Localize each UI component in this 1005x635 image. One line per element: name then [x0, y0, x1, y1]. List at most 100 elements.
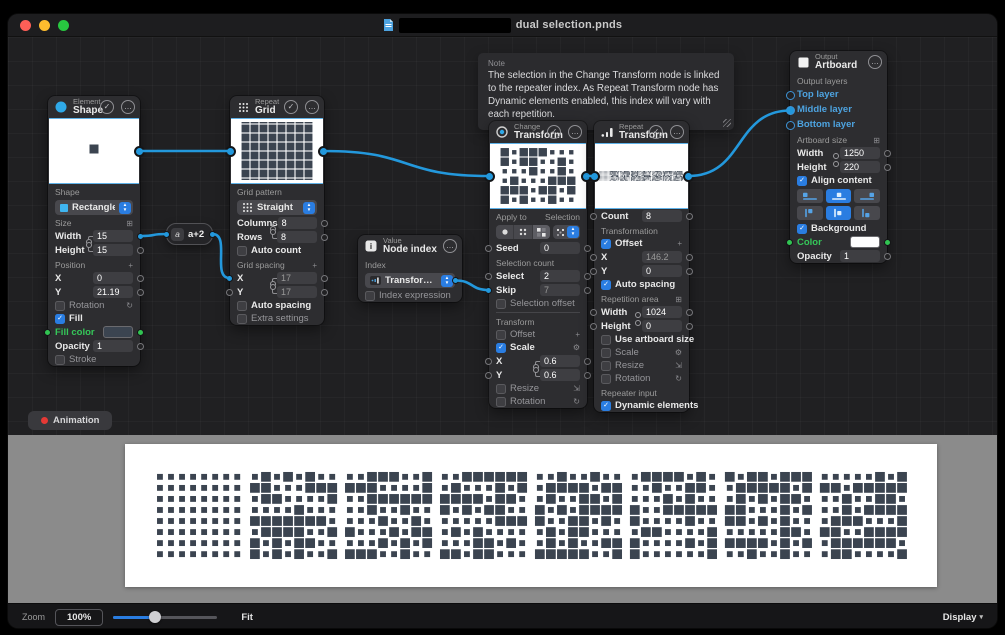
grid-auto-count-checkbox[interactable]: [237, 245, 247, 256]
ct-skip-field[interactable]: 7: [540, 284, 580, 296]
grid-in[interactable]: [225, 145, 236, 157]
node-port[interactable]: [584, 286, 591, 294]
node-artboard[interactable]: Output Artboard … Output layers Top layer Mid…: [786, 51, 891, 263]
node-rt[interactable]: Repeat Transform ✓… Count 8 Transformation ✓ Of…: [589, 121, 698, 412]
display-menu-button[interactable]: Display ▾: [943, 612, 983, 623]
tab-animation[interactable]: Animation: [28, 411, 113, 430]
grid-columns-field[interactable]: 8: [277, 217, 317, 229]
shape-height-field[interactable]: 15: [93, 244, 133, 256]
rt-offset-checkbox[interactable]: ✓: [601, 238, 611, 249]
node-port[interactable]: [884, 149, 891, 157]
node-nodeindex[interactable]: i Value Node index … Index Transfor… ▲ ▼ Index e…: [358, 235, 462, 302]
node-port[interactable]: [884, 163, 891, 171]
node-port[interactable]: [590, 322, 597, 330]
node-ct[interactable]: Change Transform ✓… Apply to Selection ▲ ▼ Seed…: [484, 121, 592, 408]
align-v-segmented[interactable]: [797, 205, 881, 221]
rt-y-field[interactable]: 0: [642, 265, 682, 277]
resize-icon[interactable]: ⇲: [675, 361, 682, 370]
grid-out[interactable]: [318, 145, 329, 157]
node-grid[interactable]: Repeat Grid ✓ … Grid pattern Straight ▲ ▼ Column…: [225, 96, 329, 325]
node-port[interactable]: [137, 274, 144, 282]
rot-icon[interactable]: ↻: [675, 374, 682, 383]
align-h-segmented[interactable]: [797, 188, 881, 204]
shape-w[interactable]: [137, 232, 144, 240]
titlebar[interactable]: dual selection.pnds: [8, 14, 997, 37]
node-port[interactable]: [321, 233, 328, 241]
rt-resize-checkbox[interactable]: [601, 360, 611, 371]
node-header[interactable]: Change Transform ✓…: [489, 121, 587, 143]
ct-y-field[interactable]: 0.6: [540, 369, 580, 381]
align-v-0-segment[interactable]: [797, 206, 823, 220]
ct-scale-checkbox[interactable]: ✓: [496, 342, 506, 353]
rt-use-artboard-size-checkbox[interactable]: [601, 334, 611, 345]
align-h-0-segment[interactable]: [797, 189, 823, 203]
resize-icon[interactable]: ⇲: [573, 384, 580, 393]
node-header[interactable]: Output Artboard…: [790, 51, 887, 73]
node-enabled-toggle[interactable]: ✓: [547, 125, 561, 139]
fit-button[interactable]: Fit: [241, 612, 253, 623]
ct-rotation-checkbox[interactable]: [496, 396, 506, 407]
artboard-background-checkbox[interactable]: ✓: [797, 223, 807, 234]
node-port[interactable]: [590, 267, 597, 275]
artboard-opacity-field[interactable]: 1: [840, 250, 880, 262]
node-port[interactable]: [226, 288, 233, 296]
grid-x[interactable]: [226, 274, 233, 282]
note-resize-handle[interactable]: [723, 118, 731, 127]
node-port[interactable]: [884, 252, 891, 260]
ct-selection-offset-checkbox[interactable]: [496, 298, 506, 309]
shape-dropdown[interactable]: Rectangle ▲ ▼: [55, 200, 133, 215]
ct-x-field[interactable]: 0.6: [540, 355, 580, 367]
node-port[interactable]: [485, 272, 492, 280]
node-port[interactable]: [686, 322, 693, 330]
apply-to-segmented[interactable]: [496, 225, 550, 239]
shape-width-field[interactable]: 15: [93, 230, 133, 242]
color-port[interactable]: [786, 121, 795, 130]
rot-icon[interactable]: ↻: [573, 397, 580, 406]
node-expression[interactable]: a a+2: [163, 223, 217, 245]
color-port[interactable]: [884, 238, 891, 246]
zoom-value-field[interactable]: 100%: [55, 608, 104, 626]
grid-dropdown[interactable]: Straight ▲ ▼: [237, 200, 317, 215]
node-port[interactable]: [686, 253, 693, 261]
ab-mid[interactable]: [786, 106, 795, 115]
node-port[interactable]: [590, 308, 597, 316]
color-swatch[interactable]: [103, 326, 133, 338]
color-port[interactable]: [786, 91, 795, 100]
node-enabled-toggle[interactable]: ✓: [100, 100, 114, 114]
expr-out[interactable]: [209, 230, 217, 238]
shape-y-field[interactable]: 21.19: [93, 286, 133, 298]
ct-select-field[interactable]: 2: [540, 270, 580, 282]
expr-in[interactable]: [163, 230, 170, 238]
node-header[interactable]: i Value Node index…: [358, 235, 462, 257]
node-port[interactable]: [137, 246, 144, 254]
apply-selection-segment[interactable]: [532, 225, 550, 239]
node-port[interactable]: [321, 274, 328, 282]
grid-rows-field[interactable]: 8: [277, 231, 317, 243]
node-header[interactable]: Repeat Transform ✓…: [594, 121, 689, 143]
boxed-icon[interactable]: ⊞: [675, 295, 682, 304]
color-swatch[interactable]: [850, 236, 880, 248]
node-shape[interactable]: Element Shape ✓… Shape Rectangle ▲ ▼ Size ⊞ Width…: [44, 96, 145, 366]
link-icon[interactable]: [533, 361, 540, 377]
node-port[interactable]: [584, 357, 591, 365]
rt-scale-checkbox[interactable]: [601, 347, 611, 358]
grid-auto-spacing-checkbox[interactable]: [237, 300, 247, 311]
nodeindex-index-expression-checkbox[interactable]: [365, 290, 375, 301]
rot-icon[interactable]: ↻: [126, 301, 133, 310]
rt-out[interactable]: [683, 170, 694, 182]
plus-icon[interactable]: +: [677, 239, 682, 248]
ct-offset-checkbox[interactable]: [496, 329, 506, 340]
apply-element-segment[interactable]: [496, 225, 514, 239]
rt-in[interactable]: [589, 170, 600, 182]
plus-icon[interactable]: +: [575, 330, 580, 339]
unlink-icon[interactable]: [833, 153, 840, 167]
align-v-2-segment[interactable]: [854, 206, 881, 220]
node-enabled-toggle[interactable]: ✓: [649, 125, 663, 139]
shape-fill-checkbox[interactable]: ✓: [55, 313, 65, 324]
color-port[interactable]: [137, 328, 144, 336]
zoom-slider-thumb[interactable]: [148, 611, 161, 623]
node-header[interactable]: Element Shape ✓…: [48, 96, 140, 118]
rt-rotation-checkbox[interactable]: [601, 373, 611, 384]
plus-icon[interactable]: +: [128, 261, 133, 270]
node-port[interactable]: [321, 219, 328, 227]
